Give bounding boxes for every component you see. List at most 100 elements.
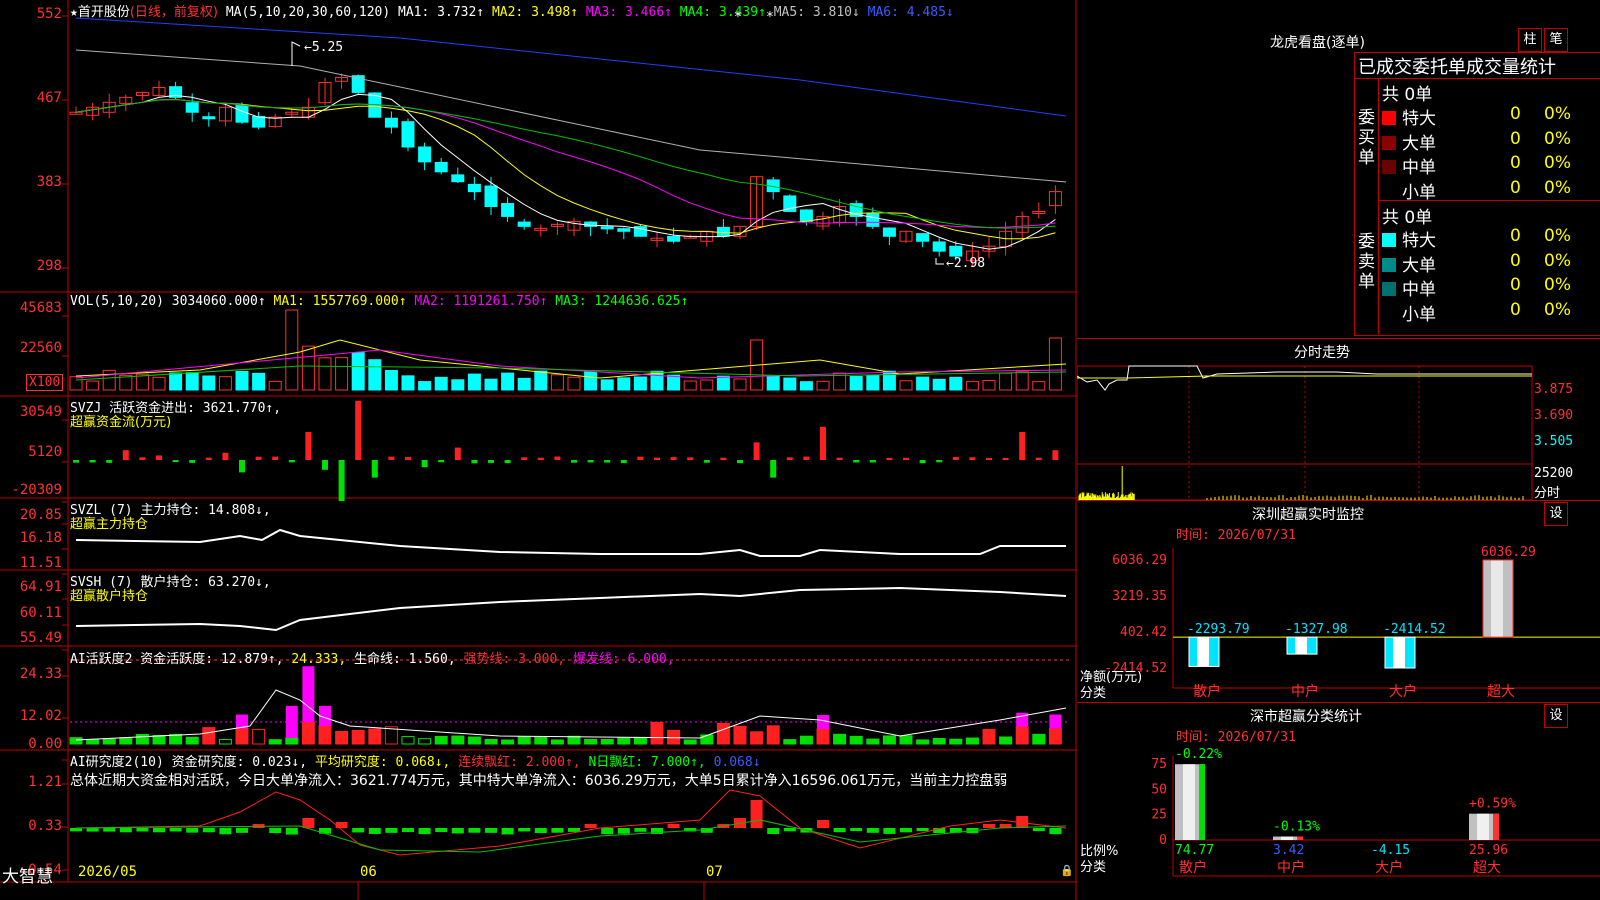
vol-title[interactable]: VOL(5,10,20)	[70, 294, 164, 309]
candle-body	[467, 183, 481, 193]
divider	[1077, 702, 1600, 703]
svzj-y-tick: 5120	[28, 444, 62, 460]
ratio-cat-label: 散户	[1179, 859, 1207, 876]
order-row: 大单	[1382, 251, 1436, 276]
sz-class-settings-button[interactable]: 设	[1544, 704, 1568, 728]
svzj-bar	[554, 456, 561, 460]
ai-research-bar	[983, 824, 995, 828]
ai-activity-bar	[766, 725, 780, 745]
ai-research-bar	[883, 828, 896, 834]
net-bar	[1482, 559, 1514, 638]
ai-activity-bar	[268, 739, 282, 745]
ai-research-bar	[368, 828, 381, 834]
ai-activity-lifeline: 生命线: 1.560,	[354, 652, 456, 667]
color-swatch	[1382, 160, 1396, 174]
order-row-count: 0	[1510, 153, 1521, 173]
order-row-count: 0	[1510, 128, 1521, 149]
volume-bar	[235, 370, 249, 391]
order-row-name: 中单	[1402, 280, 1436, 300]
ai-activity-bar	[285, 737, 299, 745]
svzj-bar	[836, 457, 843, 460]
ai-activity-strong: 强势线: 3.000,	[463, 652, 566, 667]
ai-research-bar	[617, 828, 630, 834]
ai-research-bar	[833, 828, 846, 833]
ai-research-bar	[634, 828, 647, 832]
svzj-bar	[388, 456, 395, 460]
ratio-cat-label: 中户	[1277, 859, 1305, 876]
ai-research-v5: 0.068↓	[713, 755, 761, 770]
volume-bar	[965, 381, 979, 391]
lock-icon[interactable]: 🔒	[1060, 864, 1074, 877]
ai-activity-bar	[567, 735, 581, 745]
date-label: 06	[360, 864, 377, 880]
net-bar	[1384, 636, 1416, 669]
intraday-chart[interactable]	[1077, 360, 1600, 500]
ma-params[interactable]: MA(5,10,20,30,60,120)	[226, 5, 390, 20]
order-row: 中单	[1382, 275, 1436, 300]
order-row-name: 特大	[1402, 109, 1436, 129]
brand-logo[interactable]: 大智慧	[2, 862, 53, 887]
svzj-bar	[654, 457, 660, 460]
volume-bars	[69, 309, 1062, 391]
svzj-bar	[903, 457, 909, 460]
pen-mode-button[interactable]: 笔	[1544, 28, 1568, 52]
order-row-name: 中单	[1402, 158, 1436, 178]
volume-bar	[700, 379, 714, 391]
net-cat-label: 散户	[1193, 683, 1221, 700]
ai-activity-bar	[550, 739, 564, 745]
ai-research-ndays: N日飘红: 7.000↑,	[588, 755, 706, 770]
sz-class-title: 深市超赢分类统计	[1250, 709, 1362, 725]
ai-research-bar	[534, 828, 547, 833]
volume-bar	[899, 380, 913, 391]
svzj-bar	[1002, 457, 1009, 460]
ai-research-bar	[70, 828, 82, 832]
ai-activity-bar	[534, 736, 548, 745]
ai-research-bar	[451, 828, 464, 834]
volume-bar	[1032, 381, 1046, 391]
net-bar-highlight	[1295, 637, 1307, 655]
volume-bar	[1015, 371, 1029, 391]
intraday-vol-tick: 25200	[1534, 466, 1574, 481]
ma4-value: MA4: 3.439↑	[679, 5, 766, 20]
sz-monitor-settings-button[interactable]: 设	[1544, 502, 1568, 526]
period-label[interactable]: (日线，前复权)	[130, 5, 218, 20]
ai-research-bar	[352, 828, 365, 833]
stock-name[interactable]: 首开股份	[78, 5, 130, 20]
svzj-y-tick: -20309	[11, 482, 62, 498]
intraday-title: 分时走势	[1294, 345, 1350, 361]
ai-activity-title[interactable]: AI活跃度2 资金活跃度: 12.879↑,	[70, 652, 284, 667]
ai-research-header: AI研究度2(10) 资金研究度: 0.023↓, 平均研究度: 0.068↓,…	[70, 751, 761, 770]
color-swatch	[1382, 257, 1396, 272]
intraday-price: 3.505	[1534, 434, 1574, 449]
ai-research-title[interactable]: AI研究度2(10) 资金研究度: 0.023↓,	[70, 755, 307, 770]
volume-bar	[169, 372, 183, 391]
order-row-pct: 0%	[1544, 250, 1571, 271]
ai-research-bar	[202, 828, 215, 833]
volume-bar	[467, 373, 481, 391]
event-marker-icon[interactable]: *	[766, 10, 774, 25]
order-row: 特大	[1382, 104, 1436, 129]
ai-research-bar	[518, 828, 531, 832]
ma6-value: MA6: 4.485↓	[867, 5, 954, 20]
ai-activity-bar	[650, 721, 664, 745]
svzj-bar	[355, 400, 362, 460]
volume-bar	[152, 376, 166, 391]
candle-body	[799, 209, 813, 222]
ai-research-bar	[319, 828, 331, 834]
ai-research-bar	[402, 828, 414, 833]
aires-y-tick: 1.21	[28, 774, 62, 790]
ratio-cat-label: 分类	[1080, 860, 1107, 875]
vol-unit-badge[interactable]: X100	[26, 374, 64, 391]
svzj-bar	[869, 460, 876, 463]
ai-activity-bar	[866, 738, 880, 745]
ai-activity-line	[75, 689, 1067, 741]
candle-body	[949, 245, 963, 257]
ai-research-bar	[418, 828, 431, 835]
bar-mode-button[interactable]: 柱	[1518, 28, 1542, 52]
favorite-star-icon[interactable]: ★	[70, 5, 78, 20]
intraday-price: 3.875	[1534, 382, 1574, 397]
candlestick-series	[69, 73, 1062, 268]
ma1-value: MA1: 3.732↑	[398, 5, 485, 20]
svzj-bar	[670, 457, 677, 460]
event-marker-icon[interactable]: *	[734, 10, 742, 25]
